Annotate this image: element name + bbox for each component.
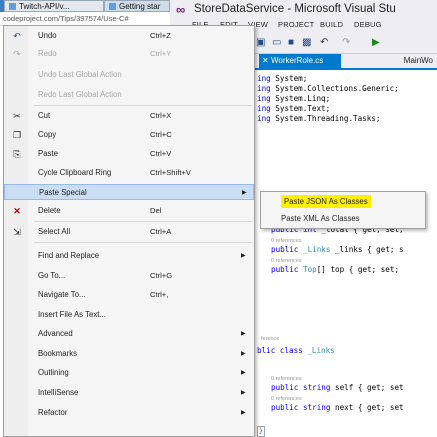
menu-item-select-all[interactable]: ⇲ Select All Ctrl+A: [4, 224, 254, 240]
doc-tab-main[interactable]: MainWo: [345, 54, 437, 68]
browser-tab-label: Twitch-API/v...: [19, 2, 70, 11]
menu-item-paste-special[interactable]: Paste Special ▶: [4, 184, 254, 200]
doc-tab-workerrole[interactable]: ✕ WorkerRole.cs: [259, 54, 341, 68]
select-all-icon: ⇲: [13, 227, 21, 237]
code-line: public string next { get; set: [271, 403, 404, 412]
document-tab-strip: ✕ WorkerRole.cs MainWo: [255, 54, 437, 68]
copy-icon: ❐: [12, 130, 22, 140]
visual-studio-logo-icon: ∞: [176, 2, 186, 17]
menu-separator: [34, 242, 252, 243]
menu-item-cycle-clipboard[interactable]: Cycle Clipboard Ring Ctrl+Shift+V: [4, 165, 254, 181]
redo-icon[interactable]: ↷: [342, 37, 350, 48]
paste-special-submenu: Paste JSON As Classes Paste XML As Class…: [260, 191, 426, 229]
edit-context-menu: ↶ Undo Ctrl+Z ↷ Redo Ctrl+Y Undo Last Glob…: [3, 25, 255, 437]
reference-count[interactable]: 0 references: [271, 238, 302, 244]
undo-icon[interactable]: ↶: [320, 37, 328, 48]
reference-count[interactable]: 0 references: [271, 396, 302, 402]
submenu-label: Paste XML As Classes: [281, 214, 360, 223]
menu-item-undo[interactable]: ↶ Undo Ctrl+Z: [4, 28, 254, 44]
doc-tab-label: WorkerRole.cs: [271, 56, 324, 65]
menu-project[interactable]: PROJECT: [278, 20, 314, 29]
reference-count[interactable]: ference: [261, 336, 279, 342]
submenu-item-paste-json[interactable]: Paste JSON As Classes: [261, 192, 425, 208]
github-icon: [9, 3, 16, 10]
browser-tab-label: Getting star: [119, 2, 161, 11]
submenu-arrow-icon: ▶: [241, 410, 246, 416]
menu-item-insert-file[interactable]: Insert File As Text...: [4, 307, 254, 323]
menu-item-paste[interactable]: ⎘ Paste Ctrl+V: [4, 146, 254, 162]
windows-icon: [109, 3, 116, 10]
delete-x-icon: ✕: [13, 206, 21, 216]
submenu-arrow-icon: ▶: [241, 370, 246, 376]
menu-item-refactor[interactable]: Refactor ▶: [4, 405, 254, 421]
submenu-arrow-icon: ▶: [241, 351, 246, 357]
menu-build[interactable]: BUILD: [320, 20, 343, 29]
menu-item-redo[interactable]: ↷ Redo Ctrl+Y: [4, 46, 254, 62]
submenu-arrow-icon: ▶: [242, 190, 247, 196]
browser-tab-twitch[interactable]: Twitch-API/v...: [4, 0, 104, 12]
window-title: StoreDataService - Microsoft Visual Stu: [194, 3, 396, 15]
code-line: ing System.Threading.Tasks;: [257, 114, 381, 123]
browser-tab-getting-started[interactable]: Getting star: [104, 0, 170, 12]
open-folder-icon[interactable]: ▭: [272, 37, 281, 48]
new-project-icon[interactable]: ▣: [256, 37, 265, 48]
menu-item-undo-global[interactable]: Undo Last Global Action: [4, 67, 254, 83]
submenu-item-paste-xml[interactable]: Paste XML As Classes: [261, 211, 425, 227]
browser-address-bar[interactable]: codeproject.com/Tips/397574/Use-C#: [0, 12, 170, 26]
code-line: public string self { get; set: [271, 383, 404, 392]
menu-item-redo-global[interactable]: Redo Last Global Action: [4, 87, 254, 103]
code-line: ing System.Text;: [257, 104, 331, 113]
submenu-arrow-icon: ▶: [241, 253, 246, 259]
menu-item-cut[interactable]: ✂ Cut Ctrl+X: [4, 108, 254, 124]
doc-tab-label: MainWo: [403, 56, 433, 65]
scissors-icon: ✂: [13, 111, 21, 121]
code-line: public _Links _links { get; s: [271, 245, 404, 254]
save-all-icon[interactable]: ▩: [302, 37, 311, 48]
start-debug-icon[interactable]: ▶: [372, 37, 380, 48]
code-line: ing System.Collections.Generic;: [257, 84, 399, 93]
menu-item-goto[interactable]: Go To... Ctrl+G: [4, 268, 254, 284]
code-line: blic class _Links: [257, 346, 335, 355]
menu-separator: [34, 105, 252, 106]
collapsed-brace[interactable]: }: [257, 426, 265, 437]
highlighted-label: Paste JSON As Classes: [281, 195, 371, 208]
code-line: public Top[] top { get; set;: [271, 265, 400, 274]
menu-separator: [34, 221, 252, 222]
menu-debug[interactable]: DEBUG: [354, 20, 382, 29]
menu-item-advanced[interactable]: Advanced ▶: [4, 326, 254, 342]
menu-item-find-replace[interactable]: Find and Replace ▶: [4, 248, 254, 264]
submenu-arrow-icon: ▶: [241, 390, 246, 396]
menu-item-intellisense[interactable]: IntelliSense ▶: [4, 385, 254, 401]
menu-item-delete[interactable]: ✕ Delete Del: [4, 203, 254, 219]
code-line: ing System;: [257, 74, 308, 83]
menu-item-navigate-to[interactable]: Navigate To... Ctrl+,: [4, 287, 254, 303]
code-editor[interactable]: ing System; ing System.Collections.Gener…: [255, 70, 437, 437]
reference-count[interactable]: 0 references: [271, 376, 302, 382]
submenu-arrow-icon: ▶: [241, 331, 246, 337]
browser-tab-bar: Twitch-API/v... Getting star: [0, 0, 170, 12]
undo-icon: ↶: [13, 31, 21, 41]
menu-item-bookmarks[interactable]: Bookmarks ▶: [4, 346, 254, 362]
redo-icon: ↷: [13, 49, 21, 59]
code-line: ing System.Linq;: [257, 94, 331, 103]
menu-item-copy[interactable]: ❐ Copy Ctrl+C: [4, 127, 254, 143]
save-icon[interactable]: ■: [288, 37, 294, 48]
clipboard-icon: ⎘: [13, 149, 21, 159]
reference-count[interactable]: 0 references: [271, 258, 302, 264]
close-icon[interactable]: ✕: [262, 54, 269, 68]
menu-item-outlining[interactable]: Outlining ▶: [4, 365, 254, 381]
